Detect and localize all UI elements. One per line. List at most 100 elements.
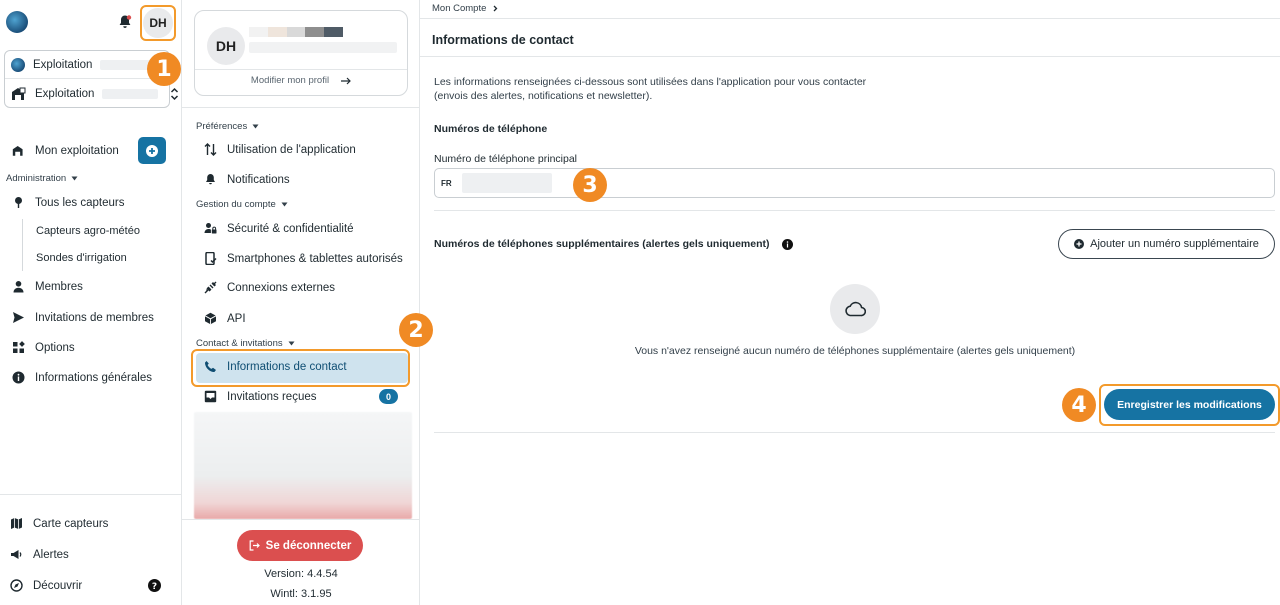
wintl-version: Wintl: 3.1.95 bbox=[270, 588, 332, 600]
nav-my-farm[interactable]: Mon exploitation bbox=[12, 144, 119, 157]
menu-notifications-label: Notifications bbox=[227, 173, 290, 186]
plus-circle-icon bbox=[1074, 239, 1085, 249]
sort-arrows-icon bbox=[204, 143, 217, 156]
app-version: Version: 4.4.54 bbox=[264, 568, 338, 580]
cube-icon bbox=[204, 312, 217, 325]
nav-general-info-label: Informations générales bbox=[35, 371, 152, 384]
bell-icon[interactable] bbox=[117, 14, 133, 30]
menu-contact-info[interactable]: Informations de contact bbox=[204, 360, 347, 373]
extra-phones-heading-text: Numéros de téléphones supplémentaires (a… bbox=[434, 238, 770, 250]
callout-1: 1 bbox=[147, 52, 181, 86]
intro-line-1: Les informations renseignées ci-dessous … bbox=[434, 76, 867, 88]
empty-state-text: Vous n'avez renseigné aucun numéro de té… bbox=[634, 345, 1076, 357]
logout-button[interactable]: Se déconnecter bbox=[237, 530, 363, 561]
menu-app-usage-label: Utilisation de l'application bbox=[227, 143, 356, 156]
nav-invitations-label: Invitations de membres bbox=[35, 311, 154, 324]
left-sidebar: DH Exploitation Exploitation Mon exploit… bbox=[0, 0, 182, 605]
add-farm-button[interactable] bbox=[138, 137, 166, 164]
farm-secondary-label: Exploitation bbox=[35, 87, 95, 100]
user-icon bbox=[13, 281, 24, 293]
nav-agro-weather[interactable]: Capteurs agro-météo bbox=[22, 219, 140, 245]
nav-my-farm-label: Mon exploitation bbox=[35, 144, 119, 157]
save-button[interactable]: Enregistrer les modifications bbox=[1104, 389, 1275, 420]
help-icon[interactable]: ? bbox=[148, 579, 161, 592]
menu-received-invitations-label: Invitations reçues bbox=[227, 390, 317, 403]
preferences-section[interactable]: Préférences bbox=[196, 121, 259, 132]
logout-label: Se déconnecter bbox=[265, 539, 352, 552]
menu-external[interactable]: Connexions externes bbox=[204, 281, 335, 294]
info-icon[interactable] bbox=[781, 238, 793, 250]
menu-api[interactable]: API bbox=[204, 312, 246, 325]
nav-invitations[interactable]: Invitations de membres bbox=[12, 311, 154, 324]
contact-section[interactable]: Contact & invitations bbox=[196, 338, 295, 349]
nav-alerts[interactable]: Alertes bbox=[10, 548, 69, 561]
profile-name-redacted bbox=[249, 27, 343, 37]
nav-discover-label: Découvrir bbox=[33, 579, 83, 592]
menu-devices[interactable]: Smartphones & tablettes autorisés bbox=[204, 252, 403, 265]
nav-options[interactable]: Options bbox=[12, 341, 75, 354]
nav-options-label: Options bbox=[35, 341, 75, 354]
phone-check-icon bbox=[205, 252, 217, 265]
menu-received-invitations[interactable]: Invitations reçues bbox=[204, 390, 317, 403]
caret-down-icon bbox=[71, 176, 78, 181]
menu-security[interactable]: Sécurité & confidentialité bbox=[204, 222, 354, 235]
globe-icon bbox=[11, 58, 25, 72]
intro-line-2: (envois des alertes, notifications et ne… bbox=[434, 90, 653, 102]
breadcrumb[interactable]: Mon Compte bbox=[432, 3, 498, 14]
main-phone-field[interactable]: FR bbox=[434, 168, 1275, 198]
farm-secondary-name bbox=[102, 88, 159, 99]
arrow-right-icon bbox=[341, 77, 351, 84]
nav-all-sensors-label: Tous les capteurs bbox=[35, 196, 125, 209]
account-menu-panel: DH Modifier mon profil Préférences Utili… bbox=[182, 0, 420, 605]
widgets-icon bbox=[13, 341, 25, 353]
page-title: Informations de contact bbox=[432, 33, 574, 47]
farm-primary-label: Exploitation bbox=[33, 59, 93, 71]
main-content: Mon Compte Informations de contact Les i… bbox=[420, 0, 1280, 605]
map-icon bbox=[11, 518, 22, 530]
nav-members-label: Membres bbox=[35, 280, 83, 293]
plug-icon bbox=[204, 281, 217, 294]
bell-icon bbox=[206, 174, 215, 185]
phone-number-redacted bbox=[462, 173, 552, 193]
nav-members[interactable]: Membres bbox=[12, 280, 83, 293]
nav-discover[interactable]: Découvrir bbox=[10, 579, 82, 592]
phones-heading: Numéros de téléphone bbox=[434, 123, 548, 135]
sensor-pin-icon bbox=[15, 197, 22, 208]
intro-text: Les informations renseignées ci-dessous … bbox=[434, 75, 994, 103]
phone-icon bbox=[205, 361, 216, 372]
account-section[interactable]: Gestion du compte bbox=[196, 199, 288, 210]
extra-phones-heading: Numéros de téléphones supplémentaires (a… bbox=[434, 238, 793, 250]
nav-general-info[interactable]: Informations générales bbox=[12, 371, 152, 384]
profile-avatar: DH bbox=[207, 27, 245, 65]
menu-notifications[interactable]: Notifications bbox=[204, 173, 290, 186]
callout-2: 2 bbox=[399, 313, 433, 347]
send-icon bbox=[13, 312, 24, 323]
add-phone-button[interactable]: Ajouter un numéro supplémentaire bbox=[1058, 229, 1275, 259]
chevron-updown-icon[interactable] bbox=[170, 87, 179, 101]
callout-3: 3 bbox=[573, 168, 607, 202]
menu-contact-info-label: Informations de contact bbox=[227, 360, 347, 373]
country-code[interactable]: FR bbox=[441, 179, 452, 188]
edit-profile-label: Modifier mon profil bbox=[250, 75, 330, 86]
plus-circle-icon bbox=[146, 144, 158, 157]
nav-irrigation[interactable]: Sondes d'irrigation bbox=[22, 245, 127, 271]
contact-section-label: Contact & invitations bbox=[196, 338, 283, 349]
add-phone-label: Ajouter un numéro supplémentaire bbox=[1090, 238, 1259, 250]
main-phone-label: Numéro de téléphone principal bbox=[434, 153, 578, 165]
menu-app-usage[interactable]: Utilisation de l'application bbox=[204, 143, 356, 156]
breadcrumb-account[interactable]: Mon Compte bbox=[432, 3, 486, 14]
admin-section[interactable]: Administration bbox=[6, 173, 78, 184]
farm-selector[interactable]: Exploitation Exploitation bbox=[4, 50, 179, 108]
promo-image-blurred bbox=[194, 412, 412, 519]
caret-down-icon bbox=[281, 202, 288, 207]
svg-text:?: ? bbox=[152, 582, 157, 592]
nav-all-sensors[interactable]: Tous les capteurs bbox=[12, 196, 125, 209]
inbox-icon bbox=[204, 390, 217, 403]
profile-email-redacted bbox=[249, 42, 397, 53]
avatar[interactable]: DH bbox=[143, 8, 173, 38]
edit-profile-link[interactable]: Modifier mon profil bbox=[195, 75, 407, 86]
info-icon bbox=[12, 371, 25, 384]
nav-map[interactable]: Carte capteurs bbox=[10, 517, 108, 530]
app-logo[interactable] bbox=[6, 11, 28, 33]
farm-icon bbox=[12, 146, 23, 156]
